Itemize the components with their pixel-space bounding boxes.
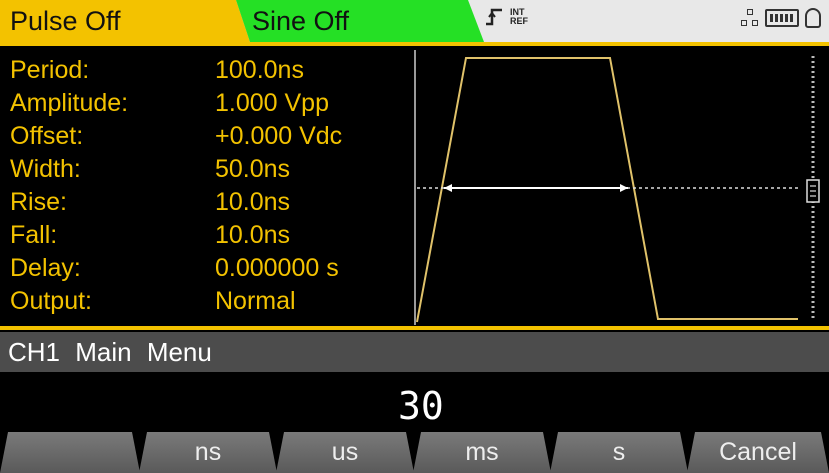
softkey-label: us	[331, 438, 359, 466]
channel-tab-bar: Pulse Off Sine Off INT REF	[0, 0, 829, 42]
lan-icon	[741, 9, 759, 27]
generator-screen: Pulse Off Sine Off INT REF Period: 100.0…	[0, 0, 829, 473]
param-value: 0.000000 s	[215, 254, 339, 282]
battery-icon	[765, 9, 799, 27]
parameter-list: Period: 100.0ns Amplitude: 1.000 Vpp Off…	[0, 50, 412, 325]
softkey-ns[interactable]: ns	[139, 432, 277, 473]
softkey-label: ms	[465, 438, 499, 466]
tab-pulse-label: Pulse Off	[10, 5, 121, 36]
param-label: Rise:	[10, 188, 67, 216]
softkey-bar: ns us ms s Cancel	[0, 432, 829, 473]
softkey-ms[interactable]: ms	[413, 432, 551, 473]
tab-sine-label: Sine Off	[252, 5, 350, 36]
param-value: 50.0ns	[215, 155, 291, 183]
param-label: Output:	[10, 287, 92, 315]
param-label: Delay:	[10, 254, 81, 282]
softkey-label: ns	[194, 438, 222, 466]
param-label: Fall:	[10, 221, 58, 249]
menu-title-bar: CH1 Main Menu	[0, 332, 829, 372]
tab-pulse[interactable]: Pulse Off	[0, 0, 250, 42]
trigger-edge-icon	[486, 8, 502, 26]
softkey-1[interactable]	[0, 432, 140, 473]
softkey-label: s	[612, 438, 626, 466]
param-label: Period:	[10, 56, 90, 84]
param-value: 1.000 Vpp	[215, 89, 329, 117]
softkey-label: Cancel	[719, 438, 797, 466]
numeric-entry-area: 30	[0, 372, 829, 432]
reference-indicator: INT REF	[484, 7, 528, 27]
vertical-scale-bar[interactable]	[805, 56, 821, 318]
waveform-preview	[414, 50, 799, 325]
status-icons	[741, 8, 821, 28]
yellow-divider-top	[0, 42, 829, 46]
lock-icon	[805, 8, 821, 28]
softkey-s[interactable]: s	[550, 432, 688, 473]
param-value: 10.0ns	[215, 188, 291, 216]
reference-text: INT REF	[510, 8, 528, 26]
reference-ref: REF	[510, 16, 528, 26]
param-value: +0.000 Vdc	[215, 122, 343, 150]
softkey-us[interactable]: us	[276, 432, 414, 473]
param-label: Amplitude:	[10, 89, 129, 117]
entry-value[interactable]: 30	[398, 384, 444, 428]
param-label: Offset:	[10, 122, 84, 150]
menu-title: CH1 Main Menu	[8, 336, 212, 367]
tab-sine[interactable]: Sine Off	[236, 0, 484, 42]
softkey-cancel[interactable]: Cancel	[687, 432, 829, 473]
param-value: 100.0ns	[215, 56, 304, 84]
param-value: Normal	[215, 287, 296, 315]
param-value: 10.0ns	[215, 221, 291, 249]
yellow-divider-bottom	[0, 326, 829, 330]
param-label: Width:	[10, 155, 81, 183]
